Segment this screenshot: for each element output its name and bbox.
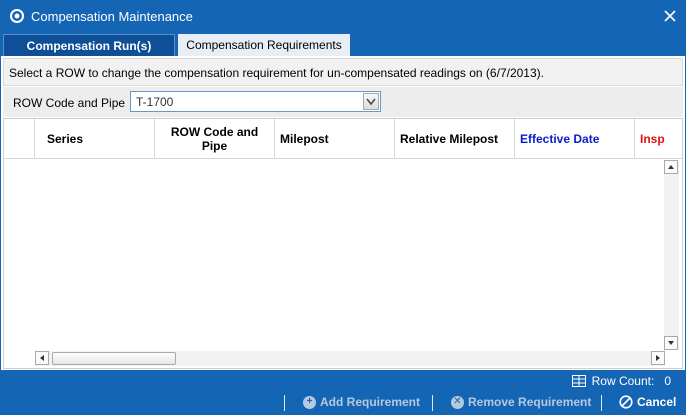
dropdown-button[interactable] xyxy=(363,93,379,110)
info-bar: Select a ROW to change the compensation … xyxy=(3,58,683,86)
title-bar: Compensation Maintenance xyxy=(1,1,685,32)
scroll-down-button[interactable] xyxy=(664,336,678,350)
plus-icon: + xyxy=(303,395,316,409)
column-header-effective-date[interactable]: Effective Date xyxy=(515,119,635,159)
row-selector-header xyxy=(4,119,35,159)
scroll-left-button[interactable] xyxy=(35,351,49,365)
column-header-milepost[interactable]: Milepost xyxy=(275,119,395,159)
arrow-up-icon xyxy=(668,165,674,169)
arrow-right-icon xyxy=(656,355,660,361)
tab-bar: Compensation Run(s) Compensation Require… xyxy=(1,32,685,56)
instruction-text: Select a ROW to change the compensation … xyxy=(9,66,544,80)
grid-icon xyxy=(571,375,586,387)
tab-compensation-requirements[interactable]: Compensation Requirements xyxy=(178,34,350,56)
cancel-icon xyxy=(619,395,633,409)
column-label: Series xyxy=(47,132,84,146)
divider xyxy=(284,395,285,411)
action-bar: + Add Requirement ✕ Remove Requirement C… xyxy=(1,391,685,415)
remove-icon: ✕ xyxy=(451,395,464,409)
filter-bar: ROW Code and Pipe T-1700 xyxy=(3,87,683,117)
row-code-pipe-value: T-1700 xyxy=(136,95,174,109)
column-header-series[interactable]: Series xyxy=(35,119,155,159)
horizontal-scroll-thumb[interactable] xyxy=(52,352,176,365)
app-logo-icon xyxy=(10,9,24,23)
arrow-down-icon xyxy=(668,341,674,345)
chevron-down-icon xyxy=(366,98,376,106)
horizontal-scrollbar[interactable] xyxy=(35,351,665,366)
remove-requirement-button[interactable]: ✕ Remove Requirement xyxy=(451,395,591,409)
compensation-maintenance-window: Compensation Maintenance Compensation Ru… xyxy=(0,0,686,415)
add-requirement-button[interactable]: + Add Requirement xyxy=(303,395,420,409)
row-code-pipe-label: ROW Code and Pipe xyxy=(13,96,126,110)
row-count-label: Row Count: xyxy=(591,374,655,388)
tab-compensation-runs[interactable]: Compensation Run(s) xyxy=(3,34,175,56)
row-count: Row Count: 0 xyxy=(571,374,671,388)
arrow-left-icon xyxy=(40,355,44,361)
column-label: Milepost xyxy=(280,132,329,146)
status-bar: Row Count: 0 xyxy=(1,370,685,391)
column-label: Insp xyxy=(640,132,665,146)
row-count-value: 0 xyxy=(664,374,671,388)
column-label: Relative Milepost xyxy=(400,132,499,146)
scroll-right-button[interactable] xyxy=(651,351,665,365)
close-icon[interactable] xyxy=(661,7,679,25)
column-label: Effective Date xyxy=(520,132,600,146)
divider xyxy=(601,395,602,411)
column-label: ROW Code and Pipe xyxy=(170,125,259,153)
data-grid: Series ROW Code and Pipe Milepost Relati… xyxy=(3,118,683,369)
cancel-button[interactable]: Cancel xyxy=(619,395,676,409)
vertical-scrollbar[interactable] xyxy=(664,160,679,350)
row-code-pipe-dropdown[interactable]: T-1700 xyxy=(130,91,381,112)
remove-requirement-label: Remove Requirement xyxy=(468,395,592,409)
grid-header: Series ROW Code and Pipe Milepost Relati… xyxy=(4,119,682,159)
column-header-relative-milepost[interactable]: Relative Milepost xyxy=(395,119,515,159)
scroll-up-button[interactable] xyxy=(664,160,678,174)
cancel-label: Cancel xyxy=(637,395,677,409)
column-header-row-code-pipe[interactable]: ROW Code and Pipe xyxy=(155,119,275,159)
column-header-inspection[interactable]: Insp xyxy=(635,119,682,159)
window-title: Compensation Maintenance xyxy=(31,9,193,24)
divider xyxy=(432,395,433,411)
add-requirement-label: Add Requirement xyxy=(320,395,421,409)
